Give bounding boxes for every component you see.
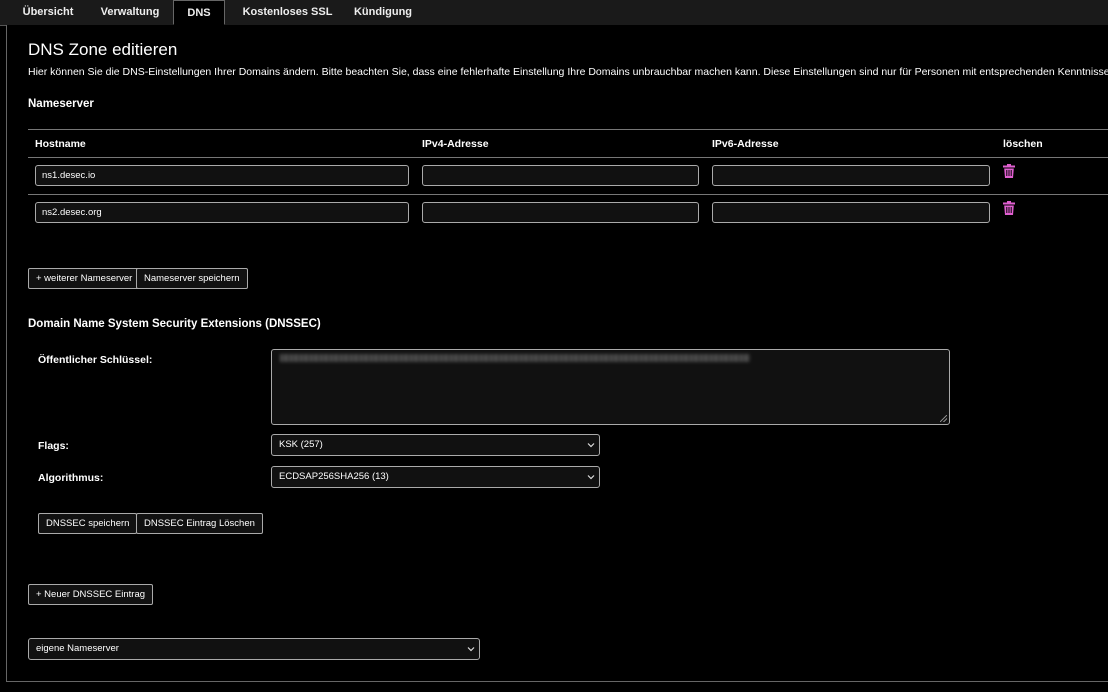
public-key-value-blurred [280,354,750,362]
tab-kostenloses-ssl[interactable]: Kostenloses SSL [235,0,340,25]
ipv4-input[interactable] [422,202,699,223]
public-key-textarea[interactable] [271,349,950,425]
save-dnssec-button[interactable]: DNSSEC speichern [38,513,138,534]
chevron-down-icon [587,443,595,448]
new-dnssec-button[interactable]: + Neuer DNSSEC Eintrag [28,584,154,605]
table-top-border [28,129,1108,130]
flags-select[interactable]: KSK (257) [271,434,600,456]
save-nameserver-button[interactable]: Nameserver speichern [136,268,248,289]
resize-grip-icon[interactable] [940,415,947,422]
tab-uebersicht[interactable]: Übersicht [14,0,82,25]
algorithm-label: Algorithmus: [38,472,104,484]
flags-select-value: KSK (257) [279,439,323,450]
tab-verwaltung[interactable]: Verwaltung [92,0,168,25]
tab-bar: Übersicht Verwaltung DNS Kostenloses SSL… [0,0,1108,26]
column-ipv6: IPv6-Adresse [712,138,779,150]
page-description: Hier können Sie die DNS-Einstellungen Ih… [28,66,1108,78]
public-key-label: Öffentlicher Schlüssel: [38,354,153,366]
chevron-down-icon [587,475,595,480]
tab-kuendigung[interactable]: Kündigung [348,0,418,25]
tab-dns[interactable]: DNS [173,0,225,25]
trash-icon[interactable] [1003,201,1015,215]
table-header-border [28,157,1108,158]
hostname-input[interactable] [35,165,409,186]
nameserver-mode-select[interactable]: eigene Nameserver [28,638,480,660]
nameserver-heading: Nameserver [28,98,94,110]
trash-icon[interactable] [1003,164,1015,178]
column-hostname: Hostname [35,138,86,150]
hostname-input[interactable] [35,202,409,223]
row-divider [28,194,1108,195]
nameserver-mode-value: eigene Nameserver [36,643,119,654]
algorithm-select-value: ECDSAP256SHA256 (13) [279,471,389,482]
flags-label: Flags: [38,440,69,452]
algorithm-select[interactable]: ECDSAP256SHA256 (13) [271,466,600,488]
ipv6-input[interactable] [712,165,990,186]
column-loeschen: löschen [1003,138,1043,150]
ipv6-input[interactable] [712,202,990,223]
column-ipv4: IPv4-Adresse [422,138,489,150]
chevron-down-icon [467,647,475,652]
ipv4-input[interactable] [422,165,699,186]
delete-dnssec-button[interactable]: DNSSEC Eintrag Löschen [136,513,263,534]
dnssec-heading: Domain Name System Security Extensions (… [28,318,321,330]
add-nameserver-button[interactable]: + weiterer Nameserver [28,268,141,289]
page-title: DNS Zone editieren [28,40,178,59]
